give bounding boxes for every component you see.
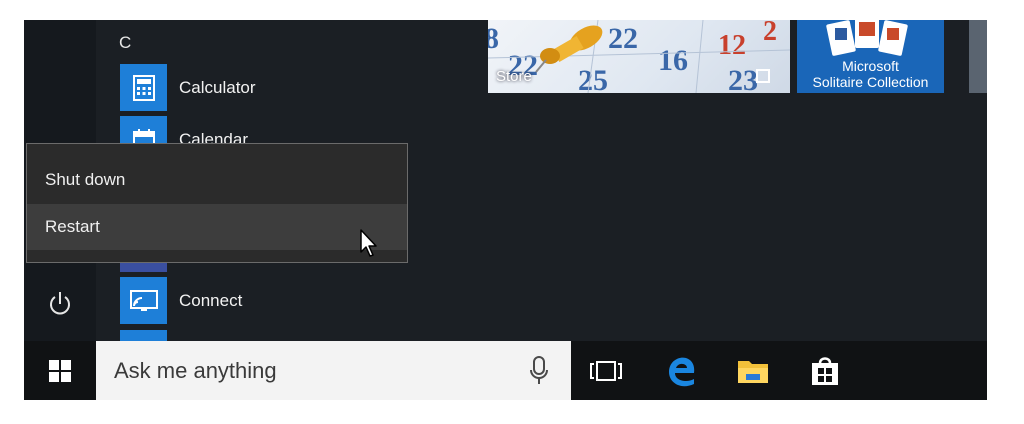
svg-text:2: 2 [763, 20, 777, 47]
app-label-connect: Connect [179, 290, 243, 310]
calculator-icon [120, 64, 167, 111]
taskbar: Ask me anything [24, 341, 987, 400]
task-view-icon [590, 361, 622, 381]
mouse-cursor-icon [359, 228, 381, 260]
tile-partial-right[interactable] [969, 20, 987, 93]
windows-start-icon [49, 359, 71, 382]
svg-text:25: 25 [578, 64, 608, 93]
store-bag-icon [756, 69, 770, 83]
edge-icon [669, 357, 695, 387]
solitaire-tile-label-line1: Microsoft [842, 58, 899, 74]
svg-text:12: 12 [718, 30, 746, 61]
store-taskbar-button[interactable] [808, 354, 842, 388]
solitaire-tile-label-line2: Solitaire Collection [812, 74, 929, 90]
search-placeholder: Ask me anything [114, 358, 277, 383]
svg-text:22: 22 [608, 22, 638, 55]
app-label-calculator: Calculator [179, 77, 256, 97]
svg-text:16: 16 [658, 44, 688, 77]
solitaire-tile[interactable]: Microsoft Solitaire Collection [797, 20, 944, 93]
menu-item-shut-down-label: Shut down [45, 170, 126, 189]
microphone-icon[interactable] [529, 356, 549, 386]
start-menu-screenshot: C Calculator Calendar Connect 8 22 25 22… [24, 20, 987, 400]
app-list-item-connect[interactable]: Connect [120, 277, 420, 324]
menu-item-shut-down[interactable]: Shut down [27, 157, 407, 203]
start-button[interactable] [24, 341, 96, 400]
power-button[interactable] [46, 288, 74, 320]
power-icon [50, 292, 70, 315]
power-options-menu: Shut down Restart [26, 143, 408, 263]
file-explorer-icon [738, 361, 768, 383]
task-view-button[interactable] [589, 354, 623, 388]
cortana-search-box[interactable]: Ask me anything [96, 341, 571, 400]
app-tile-partial-bottom [120, 330, 167, 341]
store-icon [812, 357, 838, 385]
file-explorer-button[interactable] [736, 354, 770, 388]
menu-item-restart[interactable]: Restart [27, 204, 407, 250]
app-list-item-calculator[interactable]: Calculator [120, 64, 420, 111]
connect-icon [120, 277, 167, 324]
svg-text:8: 8 [488, 22, 499, 55]
store-tile-label: Store [496, 68, 532, 85]
svg-text:23: 23 [728, 64, 758, 93]
edge-button[interactable] [665, 354, 699, 388]
store-tile[interactable]: 8 22 25 22 16 23 12 2 Store [488, 20, 790, 93]
app-list-section-letter[interactable]: C [119, 33, 131, 53]
menu-item-restart-label: Restart [45, 217, 100, 236]
